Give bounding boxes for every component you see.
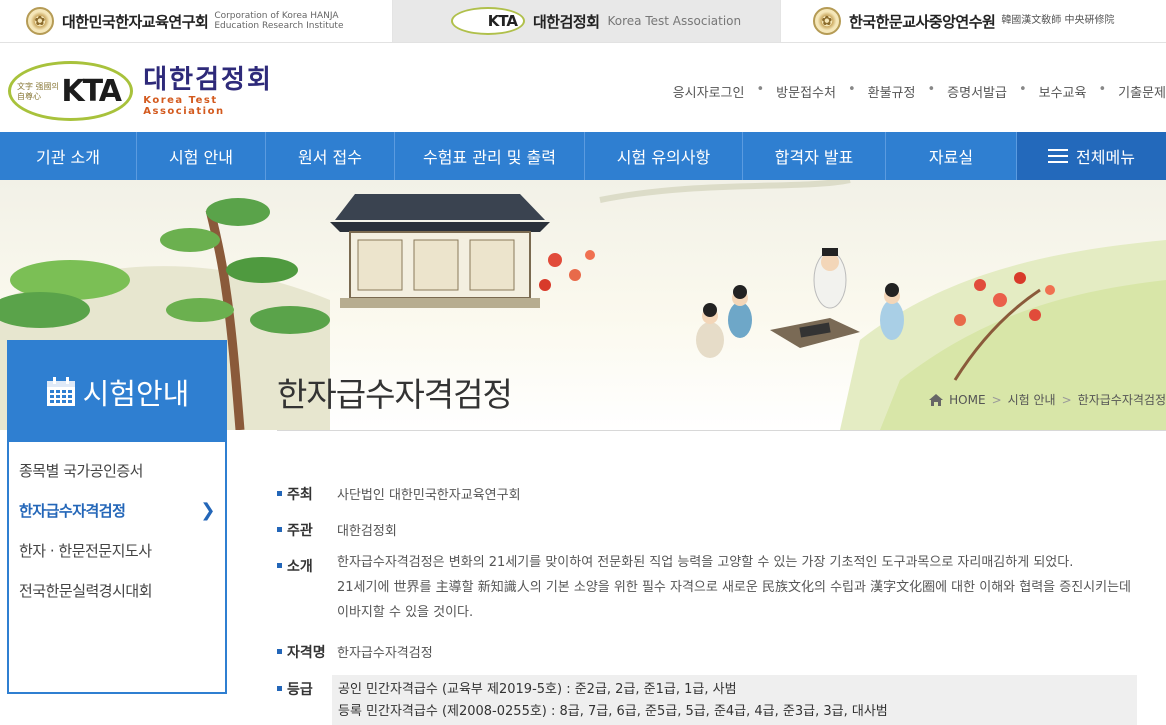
nav-item-exam-notes[interactable]: 시험 유의사항	[585, 132, 743, 180]
nav-item-about[interactable]: 기관 소개	[0, 132, 137, 180]
sidebar-item-national-competition[interactable]: 전국한문실력경시대회	[9, 580, 225, 620]
intro-label: 소개	[277, 556, 313, 576]
family-site-subtitle: Corporation of Korea HANJA Education Res…	[214, 11, 344, 31]
nav-item-exam-info[interactable]: 시험 안내	[137, 132, 266, 180]
util-link-refund-policy[interactable]: 환불규정	[868, 82, 916, 101]
intro-text: 한자급수자격검정은 변화의 21세기를 맞이하여 전문화된 직업 능력을 고양할…	[337, 555, 1132, 620]
chevron-right-icon: ❯	[200, 500, 215, 521]
family-site-name: 대한검정회	[533, 12, 600, 31]
cert-name-value: 한자급수자격검정	[337, 646, 433, 661]
sidebar-item-hanja-grade-test[interactable]: 한자급수자격검정 ❯	[9, 500, 225, 540]
calendar-icon	[46, 377, 75, 406]
util-link-past-exams[interactable]: 기출문제	[1118, 82, 1166, 101]
sidebar-item-hanja-instructor[interactable]: 한자 · 한문전문지도사	[9, 540, 225, 580]
family-site-kta[interactable]: KTA 대한검정회 Korea Test Association	[393, 0, 780, 42]
util-link-visit-reception[interactable]: 방문접수처	[776, 82, 836, 101]
sidebar-menu: 시험안내 종목별 국가공인증서 한자급수자격검정 ❯ 한자 · 한문전문지도사 전…	[7, 340, 227, 694]
logo-english-name: Korea Test Association	[143, 95, 225, 117]
sidebar-title: 시험안내	[82, 377, 190, 411]
main-navigation: 기관 소개 시험 안내 원서 접수 수험표 관리 및 출력 시험 유의사항 합격…	[0, 132, 1166, 180]
family-site-subtitle: 韓國漢文敎師 中央硏修院	[1001, 15, 1115, 26]
kta-mini-logo-icon: KTA	[451, 7, 525, 35]
family-site-teacher-center[interactable]: ✿ 한국한문교사중앙연수원 韓國漢文敎師 中央硏修院	[780, 0, 1166, 42]
home-icon	[929, 393, 944, 406]
organizer-value: 대한검정회	[337, 524, 397, 539]
family-site-bar: ✿ 대한민국한자교육연구회 Corporation of Korea HANJA…	[0, 0, 1166, 43]
kta-logo-mark: 文字 强國의 自尊心 KTA	[8, 61, 134, 121]
family-site-subtitle: Korea Test Association	[607, 14, 742, 28]
util-link-refresher-training[interactable]: 보수교육	[1039, 82, 1087, 101]
chevron-right-icon: >	[1061, 392, 1072, 407]
util-link-certificate[interactable]: 증명서발급	[947, 82, 1007, 101]
logo-kta-text: KTA	[61, 73, 122, 109]
breadcrumb-home[interactable]: HOME	[949, 393, 985, 407]
family-site-name: 대한민국한자교육연구회	[62, 12, 209, 31]
organizer-label: 주관	[277, 520, 313, 540]
grade-registered: 등록 민간자격급수 (제2008-0255호) : 8급, 7급, 6급, 준5…	[338, 704, 888, 719]
page-title: 한자급수자격검정	[277, 375, 513, 414]
cert-name-label: 자격명	[277, 642, 326, 662]
all-menu-label: 전체메뉴	[1076, 148, 1135, 167]
host-value: 사단법인 대한민국한자교육연구회	[337, 488, 521, 503]
nav-item-admission-ticket[interactable]: 수험표 관리 및 출력	[395, 132, 585, 180]
logo-slogan: 文字 强國의 自尊心	[17, 82, 59, 101]
logo-korean-name: 대한검정회	[143, 65, 273, 95]
family-site-hanja-institute[interactable]: ✿ 대한민국한자교육연구회 Corporation of Korea HANJA…	[0, 0, 393, 42]
nav-item-application[interactable]: 원서 접수	[266, 132, 395, 180]
nav-item-results[interactable]: 합격자 발표	[743, 132, 886, 180]
family-site-name: 한국한문교사중앙연수원	[849, 12, 996, 31]
breadcrumb-exam-info[interactable]: 시험 안내	[1008, 391, 1056, 408]
host-label: 주최	[277, 484, 313, 504]
breadcrumb-current: 한자급수자격검정	[1077, 393, 1166, 407]
grade-certified: 공인 민간자격급수 (교육부 제2019-5호) : 준2급, 2급, 준1급,…	[338, 682, 737, 697]
utility-links: 응시자로그인 • 방문접수처 • 환불규정 • 증명서발급 • 보수교육 • 기출문제	[672, 82, 1166, 101]
center-seal-icon: ✿	[813, 7, 841, 35]
breadcrumb: HOME > 시험 안내 > 한자급수자격검정	[929, 391, 1166, 408]
nav-item-resources[interactable]: 자료실	[886, 132, 1017, 180]
title-divider	[277, 430, 1166, 431]
hamburger-icon	[1048, 145, 1069, 167]
site-logo[interactable]: 文字 强國의 自尊心 KTA 대한검정회 Korea Test Associat…	[8, 60, 293, 122]
sidebar-item-national-certificates[interactable]: 종목별 국가공인증서	[9, 460, 225, 500]
institute-seal-icon: ✿	[26, 7, 54, 35]
grade-box: 공인 민간자격급수 (교육부 제2019-5호) : 준2급, 2급, 준1급,…	[332, 675, 1137, 725]
chevron-right-icon: >	[991, 392, 1002, 407]
sidebar-header: 시험안내	[9, 342, 225, 442]
util-link-applicant-login[interactable]: 응시자로그인	[673, 82, 745, 101]
grade-label: 등급	[277, 679, 313, 699]
all-menu-button[interactable]: 전체메뉴	[1017, 132, 1166, 180]
